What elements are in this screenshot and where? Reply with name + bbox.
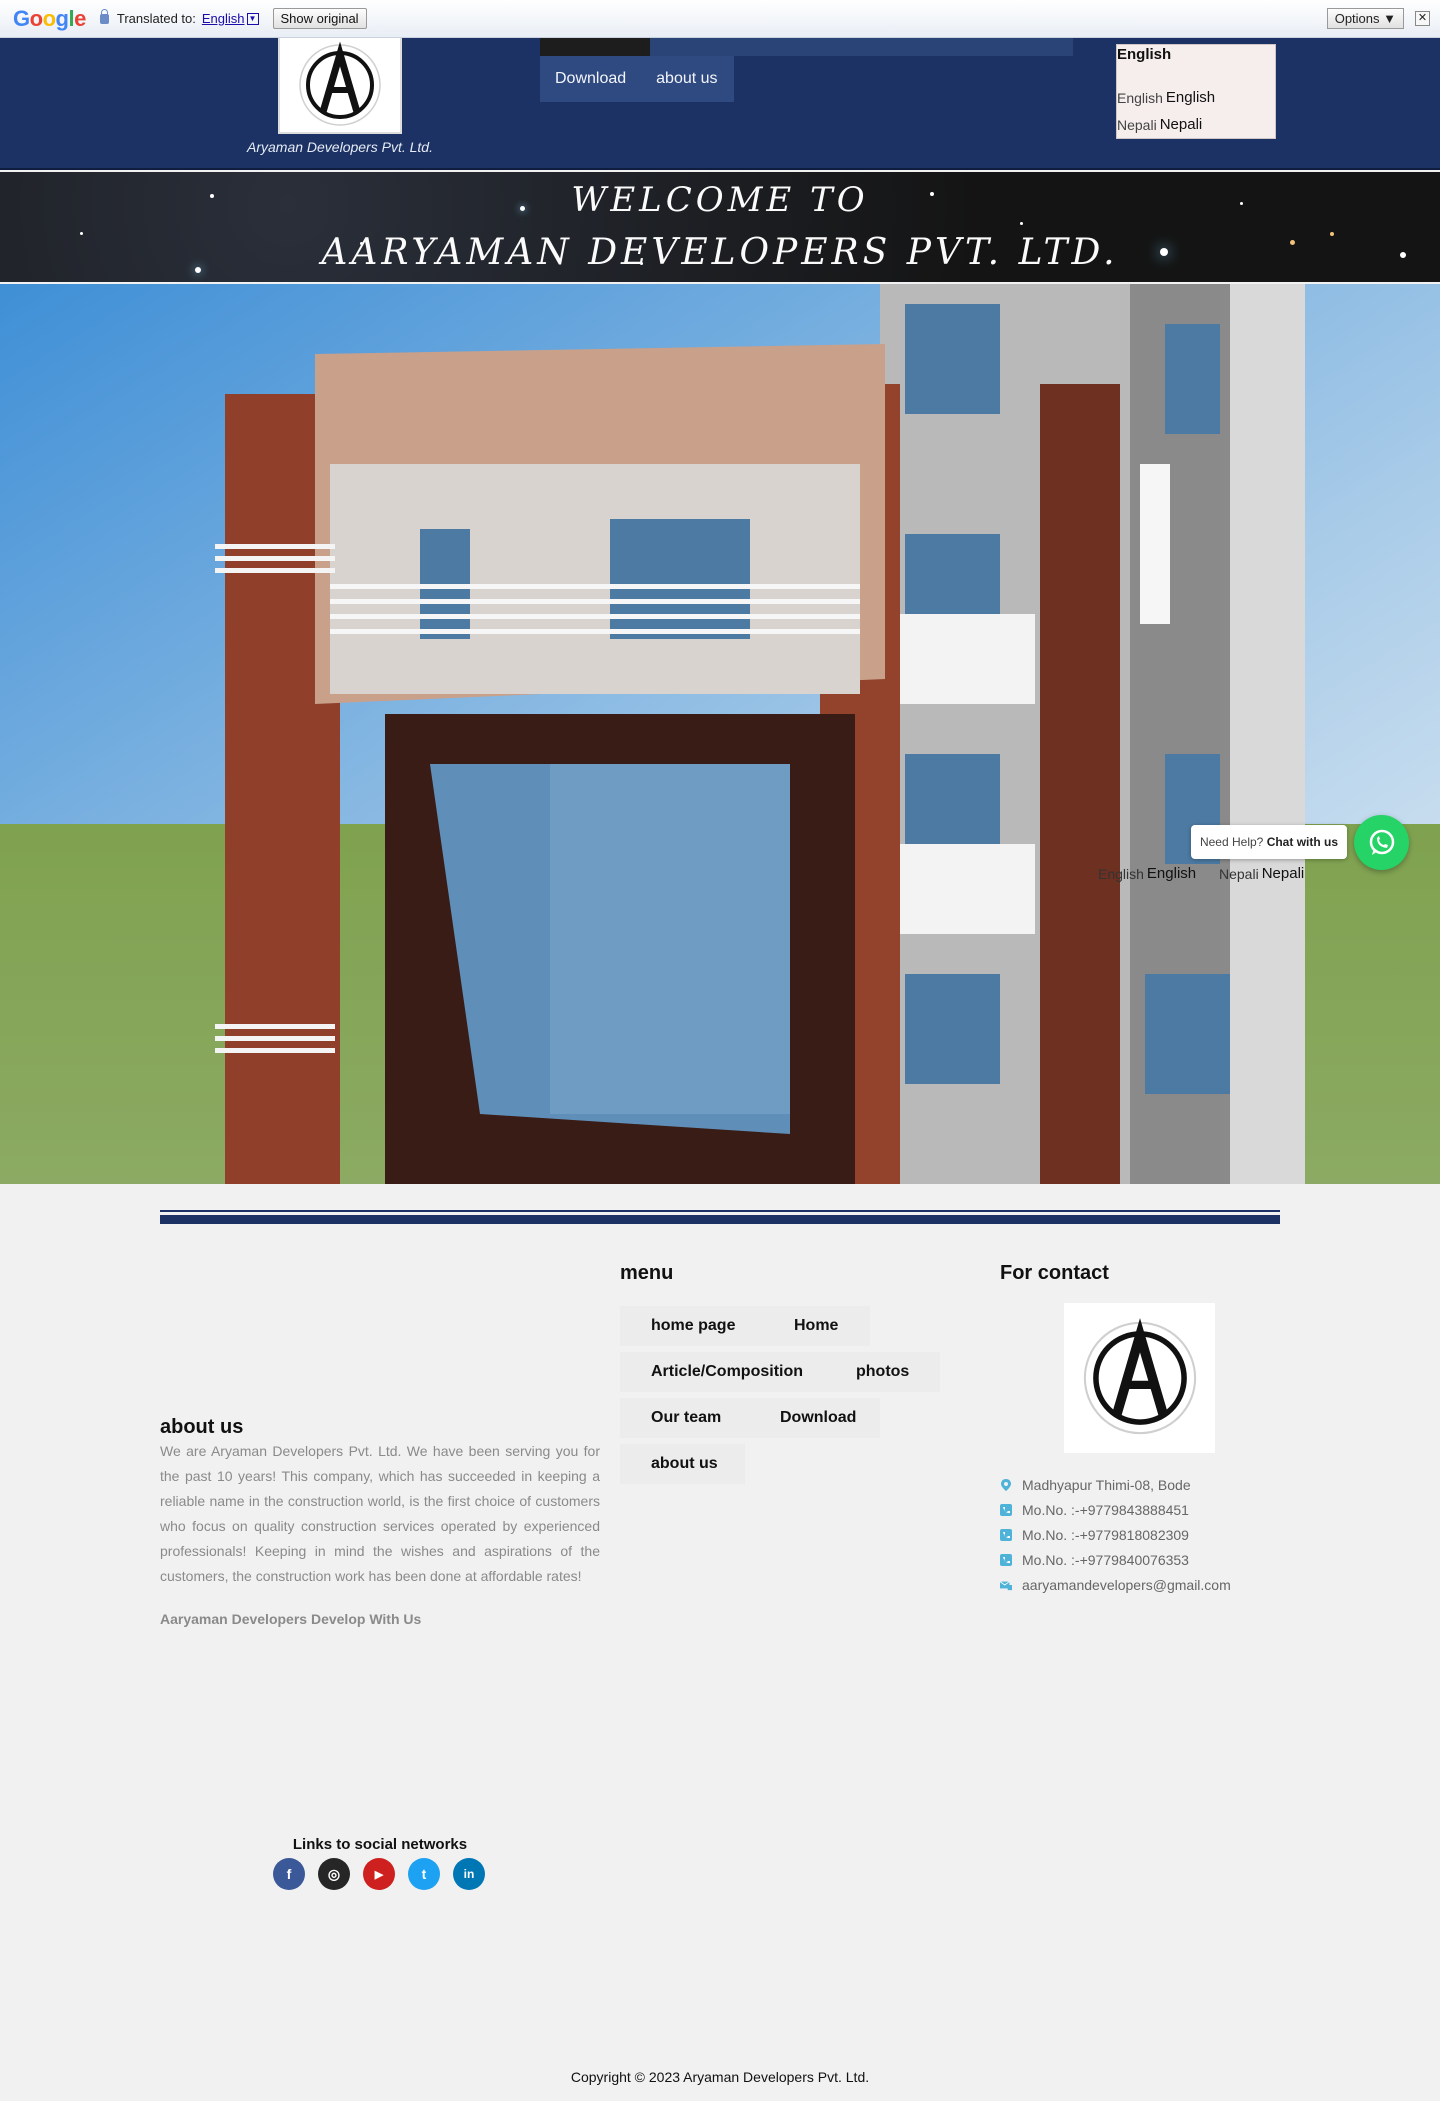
hero-image bbox=[0, 284, 1440, 1184]
phone-icon bbox=[1000, 1554, 1012, 1566]
contact-email[interactable]: aaryamandevelopers@gmail.com bbox=[1000, 1577, 1231, 1593]
target-language-select[interactable]: English bbox=[202, 11, 245, 26]
chat-tip-strong: Chat with us bbox=[1266, 835, 1339, 849]
chevron-down-icon[interactable]: ▼ bbox=[246, 12, 259, 25]
company-heading: AARYAMAN DEVELOPERS PVT. LTD. bbox=[321, 232, 1119, 273]
building-illustration bbox=[0, 284, 1440, 1184]
contact-phone-2[interactable]: Mo.No. :-+9779818082309 bbox=[1000, 1527, 1189, 1543]
language-switcher[interactable]: English English English Nepali Nepali bbox=[1116, 44, 1276, 139]
show-original-button[interactable]: Show original bbox=[272, 8, 367, 29]
chat-tip-prefix: Need Help? bbox=[1199, 835, 1264, 849]
instagram-icon[interactable]: ◎ bbox=[318, 1858, 350, 1890]
menu-item-home[interactable]: Home bbox=[763, 1306, 868, 1346]
current-language: English bbox=[1117, 46, 1172, 63]
phone-text: Mo.No. :-+9779843888451 bbox=[1022, 1502, 1189, 1518]
email-text: aaryamandevelopers@gmail.com bbox=[1022, 1577, 1231, 1593]
options-button[interactable]: Options ▼ bbox=[1326, 8, 1404, 29]
menu-item-photos[interactable]: photos bbox=[825, 1352, 940, 1392]
translated-to-label: Translated to: bbox=[116, 11, 196, 26]
nav-active-item[interactable] bbox=[540, 38, 650, 56]
twitter-icon[interactable]: t bbox=[408, 1858, 440, 1890]
contact-phone-1[interactable]: Mo.No. :-+9779843888451 bbox=[1000, 1502, 1189, 1518]
whatsapp-icon bbox=[1369, 829, 1394, 855]
language-label: English bbox=[1146, 865, 1197, 882]
phone-text: Mo.No. :-+9779818082309 bbox=[1022, 1527, 1189, 1543]
language-option-english[interactable]: English English bbox=[1117, 89, 1215, 106]
english-flag-icon: English bbox=[1098, 865, 1144, 882]
linkedin-icon[interactable]: in bbox=[453, 1858, 485, 1890]
main-nav: Download about us bbox=[540, 56, 734, 102]
mail-icon bbox=[1000, 1579, 1012, 1591]
language-option-nepali[interactable]: Nepali Nepali bbox=[1117, 116, 1202, 133]
phone-text: Mo.No. :-+9779840076353 bbox=[1022, 1552, 1189, 1568]
nav-about-us[interactable]: about us bbox=[641, 56, 732, 102]
google-translate-bar: Google Translated to: English ▼ Show ori… bbox=[0, 0, 1440, 38]
nepali-flag-icon: Nepali bbox=[1219, 865, 1259, 882]
section-divider bbox=[160, 1212, 1280, 1224]
whatsapp-chat-button[interactable] bbox=[1354, 815, 1409, 870]
google-logo: Google bbox=[13, 5, 86, 31]
menu-item-download[interactable]: Download bbox=[749, 1398, 879, 1438]
phone-icon bbox=[1000, 1529, 1012, 1541]
company-caption: Aryaman Developers Pvt. Ltd. bbox=[247, 139, 433, 155]
menu-item-about-us[interactable]: about us bbox=[620, 1444, 745, 1484]
contact-logo bbox=[1064, 1303, 1215, 1453]
map-marker-icon bbox=[1000, 1479, 1012, 1491]
about-title: about us bbox=[160, 1416, 244, 1438]
hero-language-english[interactable]: English English bbox=[1098, 865, 1196, 882]
contact-phone-3[interactable]: Mo.No. :-+9779840076353 bbox=[1000, 1552, 1189, 1568]
phone-icon bbox=[1000, 1504, 1012, 1516]
address-text: Madhyapur Thimi-08, Bode bbox=[1022, 1477, 1191, 1493]
language-label: Nepali bbox=[1261, 865, 1305, 882]
about-text: We are Aryaman Developers Pvt. Ltd. We h… bbox=[160, 1443, 600, 1584]
youtube-icon[interactable]: ▶ bbox=[363, 1858, 395, 1890]
copyright: Copyright © 2023 Aryaman Developers Pvt.… bbox=[570, 2069, 870, 2085]
social-title: Links to social networks bbox=[292, 1836, 468, 1853]
welcome-heading: WELCOME TO bbox=[571, 180, 869, 220]
chat-tooltip[interactable]: Need Help? Chat with us bbox=[1191, 825, 1347, 859]
language-option-label: Nepali bbox=[1159, 116, 1203, 133]
company-logo-icon bbox=[1083, 1318, 1196, 1435]
english-flag-icon: English bbox=[1117, 89, 1163, 106]
menu-title: menu bbox=[620, 1262, 674, 1284]
hero-language-nepali[interactable]: Nepali Nepali bbox=[1219, 865, 1304, 882]
contact-address: Madhyapur Thimi-08, Bode bbox=[1000, 1477, 1191, 1493]
close-icon[interactable]: ✕ bbox=[1415, 11, 1430, 26]
welcome-banner: WELCOME TO AARYAMAN DEVELOPERS PVT. LTD. bbox=[0, 172, 1440, 282]
lock-icon bbox=[99, 8, 109, 24]
company-logo-icon bbox=[299, 41, 381, 126]
site-logo[interactable] bbox=[278, 36, 402, 134]
language-option-label: English bbox=[1165, 89, 1216, 106]
facebook-icon[interactable]: f bbox=[273, 1858, 305, 1890]
nav-download[interactable]: Download bbox=[540, 56, 641, 102]
nepali-flag-icon: Nepali bbox=[1117, 116, 1157, 133]
about-tagline: Aaryaman Developers Develop With Us bbox=[160, 1611, 422, 1627]
contact-title: For contact bbox=[1000, 1262, 1109, 1284]
